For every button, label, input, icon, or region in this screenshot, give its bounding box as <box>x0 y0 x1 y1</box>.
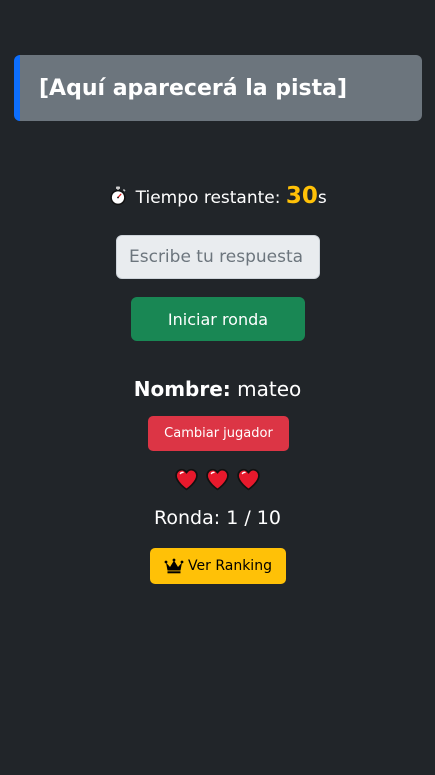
start-round-button[interactable]: Iniciar ronda <box>131 297 305 341</box>
timer: Tiempo restante: 30s <box>0 183 435 209</box>
lives <box>0 467 435 492</box>
timer-unit: s <box>317 188 327 208</box>
hint-text: [Aquí aparecerá la pista] <box>39 75 348 101</box>
crown-icon <box>164 558 184 574</box>
heart-icon <box>206 468 229 491</box>
stopwatch-icon <box>110 186 126 206</box>
timer-seconds: 30 <box>285 183 318 209</box>
hint-card: [Aquí aparecerá la pista] <box>14 55 422 121</box>
answer-input[interactable] <box>116 235 320 279</box>
heart-icon <box>175 468 198 491</box>
view-ranking-button[interactable]: Ver Ranking <box>150 548 286 584</box>
player-name-value: mateo <box>237 377 302 401</box>
round-counter: Ronda: 1 / 10 <box>154 507 281 529</box>
view-ranking-label: Ver Ranking <box>188 558 272 574</box>
timer-label: Tiempo restante: <box>135 188 281 208</box>
player-name: Nombre: mateo <box>0 377 435 401</box>
player-name-label: Nombre: <box>133 377 231 401</box>
heart-icon <box>237 468 260 491</box>
change-player-button[interactable]: Cambiar jugador <box>148 416 289 451</box>
game-page: [Aquí aparecerá la pista] Tiempo restant… <box>0 0 435 775</box>
